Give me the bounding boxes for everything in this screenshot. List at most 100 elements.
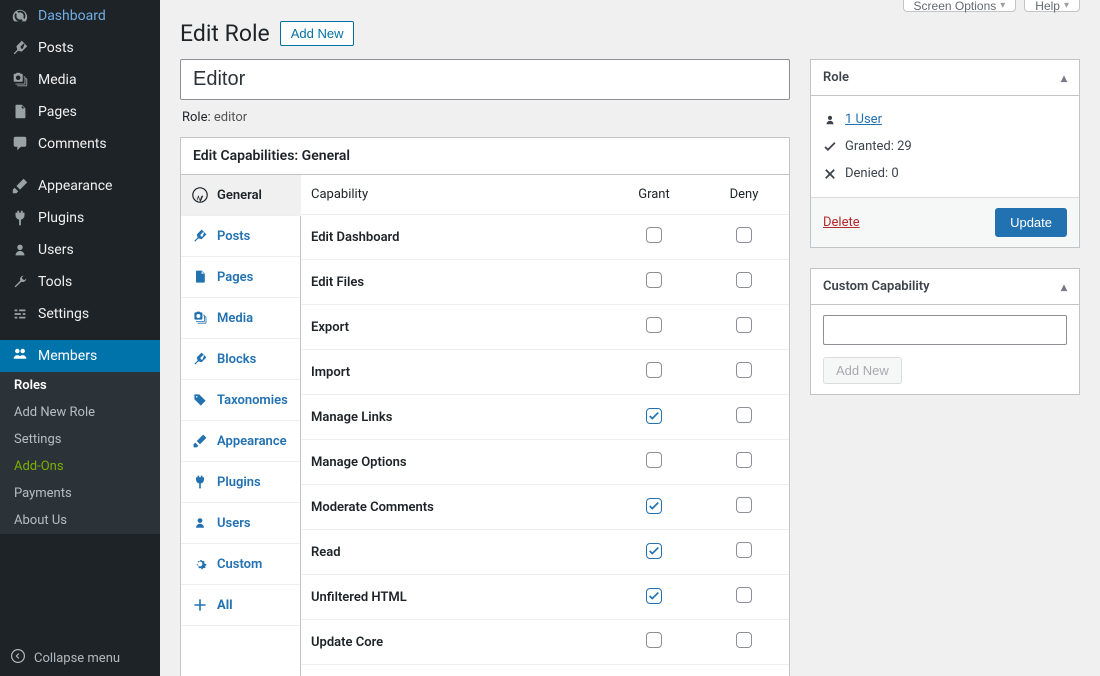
checkbox[interactable] — [646, 317, 662, 333]
sidebar-sub-add-new-role[interactable]: Add New Role — [0, 399, 160, 426]
checkbox[interactable] — [646, 588, 662, 604]
capability-table: Capability Grant Deny Edit DashboardEdit… — [301, 175, 789, 676]
sidebar-item-settings[interactable]: Settings — [0, 298, 160, 330]
custom-capability-toggle[interactable]: Custom Capability — [811, 269, 1079, 305]
media-icon — [191, 310, 209, 326]
capability-name: Edit Dashboard — [301, 215, 609, 260]
main-content: Screen Options Help Edit Role Add New Ro… — [160, 0, 1100, 676]
tab-all[interactable]: All — [181, 585, 300, 626]
x-icon — [823, 167, 837, 181]
admin-sidebar: DashboardPostsMediaPagesComments Appearan… — [0, 0, 160, 676]
tab-blocks[interactable]: Blocks — [181, 339, 300, 380]
checkbox[interactable] — [736, 407, 752, 423]
dashboard-icon — [10, 7, 30, 25]
users-link[interactable]: 1 User — [845, 112, 882, 127]
sidebar-item-appearance[interactable]: Appearance — [0, 170, 160, 202]
sidebar-item-posts[interactable]: Posts — [0, 32, 160, 64]
sidebar-sub-add-ons[interactable]: Add-Ons — [0, 453, 160, 480]
sidebar-item-plugins[interactable]: Plugins — [0, 202, 160, 234]
deny-cell — [699, 530, 789, 575]
role-slug-line: Role: editor — [182, 110, 790, 125]
checkbox[interactable] — [736, 542, 752, 558]
add-new-role-button[interactable]: Add New — [280, 21, 355, 46]
sidebar-sub-settings[interactable]: Settings — [0, 426, 160, 453]
checkbox[interactable] — [646, 452, 662, 468]
role-metabox-toggle[interactable]: Role — [811, 60, 1079, 96]
role-name-input[interactable] — [180, 59, 790, 100]
grant-cell — [609, 485, 699, 530]
help-button[interactable]: Help — [1024, 0, 1080, 12]
wp-icon — [191, 187, 209, 203]
screen-options-button[interactable]: Screen Options — [903, 0, 1017, 12]
tab-appearance[interactable]: Appearance — [181, 421, 300, 462]
sidebar-item-pages[interactable]: Pages — [0, 96, 160, 128]
deny-cell — [699, 440, 789, 485]
checkbox[interactable] — [736, 317, 752, 333]
checkbox[interactable] — [736, 632, 752, 648]
checkbox[interactable] — [646, 272, 662, 288]
tab-media[interactable]: Media — [181, 298, 300, 339]
sidebar-item-members[interactable]: Members — [0, 340, 160, 372]
checkbox[interactable] — [736, 497, 752, 513]
checkbox[interactable] — [646, 408, 662, 424]
users-icon — [823, 113, 837, 127]
add-capability-button[interactable]: Add New — [823, 357, 902, 384]
users-count-row: 1 User — [823, 106, 1067, 133]
col-grant: Grant — [609, 175, 699, 215]
delete-role-link[interactable]: Delete — [823, 215, 860, 230]
checkbox[interactable] — [736, 452, 752, 468]
tab-general[interactable]: General — [181, 175, 301, 216]
capability-name: Moderate Comments — [301, 485, 609, 530]
custom-capability-input[interactable] — [823, 315, 1067, 345]
capabilities-panel: Edit Capabilities: General GeneralPostsP… — [180, 137, 790, 676]
capability-row: Edit Files — [301, 260, 789, 305]
checkbox[interactable] — [646, 543, 662, 559]
checkbox[interactable] — [736, 227, 752, 243]
checkbox[interactable] — [736, 362, 752, 378]
pin-icon — [10, 39, 30, 57]
sidebar-sub-payments[interactable]: Payments — [0, 480, 160, 507]
tab-custom[interactable]: Custom — [181, 544, 300, 585]
plus-icon — [191, 597, 209, 613]
grant-cell — [609, 440, 699, 485]
check-icon — [823, 140, 837, 154]
role-metabox: Role 1 User Granted: 29 Denied: 0 — [810, 59, 1080, 248]
capability-row: Unfiltered HTML — [301, 575, 789, 620]
checkbox[interactable] — [646, 632, 662, 648]
tab-plugins[interactable]: Plugins — [181, 462, 300, 503]
screen-meta-links: Screen Options Help — [180, 0, 1080, 12]
sidebar-item-tools[interactable]: Tools — [0, 266, 160, 298]
sidebar-sub-about-us[interactable]: About Us — [0, 507, 160, 534]
grant-cell — [609, 305, 699, 350]
granted-row: Granted: 29 — [823, 133, 1067, 160]
capability-name: Unfiltered HTML — [301, 575, 609, 620]
deny-cell — [699, 395, 789, 440]
deny-cell — [699, 215, 789, 260]
page-title: Edit Role — [180, 20, 270, 47]
checkbox[interactable] — [646, 227, 662, 243]
capability-row: Edit Dashboard — [301, 215, 789, 260]
sidebar-item-users[interactable]: Users — [0, 234, 160, 266]
sidebar-item-dashboard[interactable]: Dashboard — [0, 0, 160, 32]
checkbox[interactable] — [736, 272, 752, 288]
sidebar-item-comments[interactable]: Comments — [0, 128, 160, 160]
grant-cell — [609, 215, 699, 260]
checkbox[interactable] — [646, 498, 662, 514]
sidebar-item-media[interactable]: Media — [0, 64, 160, 96]
capability-row: Moderate Comments — [301, 485, 789, 530]
capability-name: Export — [301, 305, 609, 350]
capability-name: Update Core — [301, 620, 609, 665]
collapse-menu[interactable]: Collapse menu — [0, 640, 160, 676]
tab-posts[interactable]: Posts — [181, 216, 300, 257]
tab-users[interactable]: Users — [181, 503, 300, 544]
checkbox[interactable] — [646, 362, 662, 378]
tab-taxonomies[interactable]: Taxonomies — [181, 380, 300, 421]
capability-row: Update Core — [301, 620, 789, 665]
comment-icon — [10, 135, 30, 153]
tab-pages[interactable]: Pages — [181, 257, 300, 298]
checkbox[interactable] — [736, 587, 752, 603]
update-button[interactable]: Update — [995, 208, 1067, 237]
deny-cell — [699, 260, 789, 305]
sidebar-sub-roles[interactable]: Roles — [0, 372, 160, 399]
capability-tabs: GeneralPostsPagesMediaBlocksTaxonomiesAp… — [181, 175, 301, 676]
